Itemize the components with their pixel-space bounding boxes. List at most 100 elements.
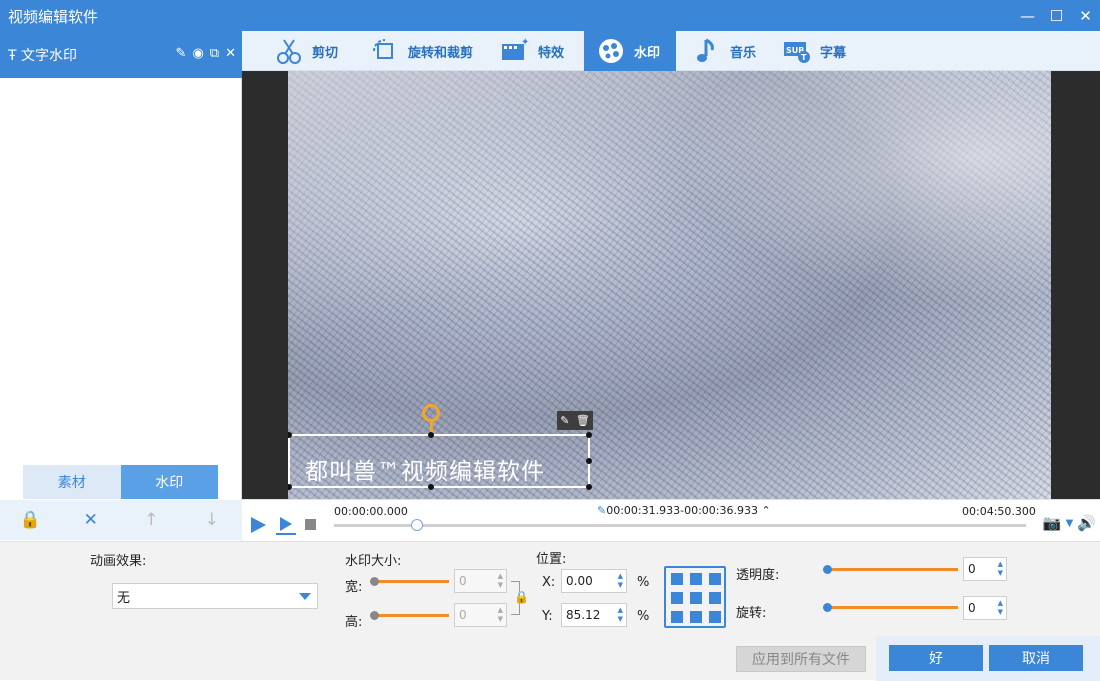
close-button[interactable]: ✕: [1071, 0, 1100, 31]
svg-text:T: T: [801, 53, 807, 62]
edit-icon[interactable]: ✎: [560, 414, 569, 427]
resize-handle[interactable]: [288, 432, 292, 438]
apply-all-button[interactable]: 应用到所有文件: [736, 646, 866, 672]
window-title: 视频编辑软件: [8, 8, 99, 26]
size-label: 水印大小:: [345, 554, 402, 569]
resize-handle[interactable]: [586, 432, 592, 438]
position-label: 位置:: [536, 552, 567, 567]
rotate-handle[interactable]: [422, 404, 440, 435]
resize-handle[interactable]: [428, 484, 434, 490]
layer-label: 文字水印: [21, 48, 78, 64]
position-cell[interactable]: [671, 592, 683, 604]
watermark-toolbar: ✎ 🗑: [557, 411, 593, 430]
maximize-button[interactable]: ☐: [1042, 0, 1071, 31]
rotation-slider[interactable]: [823, 603, 958, 612]
width-label: 宽:: [345, 580, 363, 595]
timeline-thumb[interactable]: [411, 519, 424, 531]
height-spinbox[interactable]: 0 ▲ ▼: [454, 603, 507, 627]
position-cell[interactable]: [709, 573, 721, 585]
position-cell[interactable]: [709, 611, 721, 623]
height-slider[interactable]: [370, 611, 449, 620]
animation-select[interactable]: 无: [112, 583, 318, 609]
feature-tabs: 剪切 旋转和裁剪 ✦ 特效 水印 音乐 SUB T 字幕: [242, 31, 1100, 71]
layer-toolbar: 🔒 ✕ ↑ ↓: [0, 500, 242, 540]
resize-handle[interactable]: [586, 458, 592, 464]
stop-icon[interactable]: [304, 518, 318, 532]
edit-icon[interactable]: ✎: [176, 46, 187, 61]
tab-music[interactable]: 音乐: [692, 31, 772, 71]
watermark-text: 都叫兽™视频编辑软件: [305, 459, 545, 485]
move-up-icon[interactable]: ↑: [131, 510, 171, 530]
y-percent: %: [637, 609, 650, 624]
copy-icon[interactable]: ⧉: [210, 46, 219, 61]
position-cell[interactable]: [690, 611, 702, 623]
video-preview: ✎ 🗑 都叫兽™视频编辑软件: [242, 71, 1100, 499]
lock-icon[interactable]: 🔒: [10, 510, 50, 530]
crop-icon: [373, 39, 393, 59]
tab-effects[interactable]: ✦ 特效: [500, 31, 580, 71]
position-grid: [664, 566, 726, 628]
rotation-spinbox[interactable]: 0 ▲ ▼: [963, 596, 1007, 620]
slider-knob[interactable]: [370, 577, 379, 586]
animation-label: 动画效果:: [90, 554, 147, 569]
tab-watermark-feature[interactable]: 水印: [584, 31, 676, 71]
ok-button[interactable]: 好: [889, 645, 983, 671]
tab-material[interactable]: 素材: [23, 465, 121, 499]
width-slider[interactable]: [370, 577, 449, 586]
close-icon[interactable]: ✕: [225, 46, 236, 61]
chevron-down-icon: [299, 593, 311, 600]
volume-icon[interactable]: 🔊: [1077, 514, 1096, 532]
rotation-label: 旋转:: [736, 606, 767, 621]
minimize-button[interactable]: —: [1013, 0, 1042, 31]
chevron-down-icon[interactable]: ▼: [1066, 514, 1074, 532]
position-cell[interactable]: [690, 592, 702, 604]
svg-text:✦: ✦: [521, 37, 529, 48]
y-label: Y:: [542, 609, 553, 624]
camera-icon[interactable]: 📷: [1043, 514, 1062, 532]
position-cell[interactable]: [671, 611, 683, 623]
layer-item-text-watermark[interactable]: Ŧ 文字水印 ✎ ◉ ⧉ ✕: [0, 31, 242, 78]
x-percent: %: [637, 575, 650, 590]
film-effects-icon: ✦: [502, 37, 529, 60]
width-spinbox[interactable]: 0 ▲ ▼: [454, 569, 507, 593]
resize-handle[interactable]: [586, 484, 592, 490]
watermark-box[interactable]: 都叫兽™视频编辑软件: [288, 432, 592, 490]
tab-cut[interactable]: 剪切: [274, 31, 354, 71]
position-cell[interactable]: [671, 573, 683, 585]
x-label: X:: [542, 575, 556, 590]
layer-panel: Ŧ 文字水印 ✎ ◉ ⧉ ✕ 素材 水印 🔒 ✕ ↑ ↓: [0, 31, 242, 541]
music-note-icon: [697, 38, 714, 62]
move-down-icon[interactable]: ↓: [192, 510, 232, 530]
video-frame: ✎ 🗑 都叫兽™视频编辑软件: [288, 71, 1051, 499]
opacity-spinbox[interactable]: 0 ▲ ▼: [963, 557, 1007, 581]
timeline: 00:00:00.000 ✎00:00:31.933-00:00:36.933 …: [242, 499, 1100, 541]
scissors-icon: [277, 39, 301, 64]
position-cell[interactable]: [709, 592, 721, 604]
position-cell[interactable]: [690, 573, 702, 585]
slider-knob[interactable]: [370, 611, 379, 620]
play-segment-icon[interactable]: [274, 514, 298, 536]
cancel-button[interactable]: 取消: [989, 645, 1083, 671]
slider-knob[interactable]: [823, 603, 832, 612]
tab-subtitle[interactable]: SUB T 字幕: [782, 31, 872, 71]
opacity-slider[interactable]: [823, 565, 958, 574]
x-spinbox[interactable]: 0.00 ▲ ▼: [561, 569, 627, 593]
timeline-track[interactable]: [334, 524, 1026, 527]
tab-watermark[interactable]: 水印: [120, 465, 218, 499]
chevron-up-icon[interactable]: ⌃: [761, 504, 770, 517]
eye-icon[interactable]: ◉: [192, 46, 203, 61]
time-end: 00:04:50.300: [962, 505, 1036, 518]
delete-icon[interactable]: ✕: [71, 510, 111, 530]
time-range[interactable]: ✎00:00:31.933-00:00:36.933 ⌃: [597, 504, 771, 517]
watermark-icon: [599, 39, 623, 63]
opacity-label: 透明度:: [736, 568, 780, 583]
tab-rotate-crop[interactable]: 旋转和裁剪: [370, 31, 490, 71]
y-spinbox[interactable]: 85.12 ▲ ▼: [561, 603, 627, 627]
watermark-settings: 动画效果: 无 水印大小: 宽: 0 ▲ ▼ 高: 0 ▲ ▼ 🔒 位置: X: 0.0…: [0, 541, 1100, 681]
play-icon[interactable]: [248, 515, 268, 535]
time-start: 00:00:00.000: [334, 505, 408, 518]
slider-knob[interactable]: [823, 565, 832, 574]
lock-icon[interactable]: 🔒: [514, 590, 529, 604]
resize-handle[interactable]: [428, 432, 434, 438]
trash-icon[interactable]: 🗑: [576, 414, 590, 427]
